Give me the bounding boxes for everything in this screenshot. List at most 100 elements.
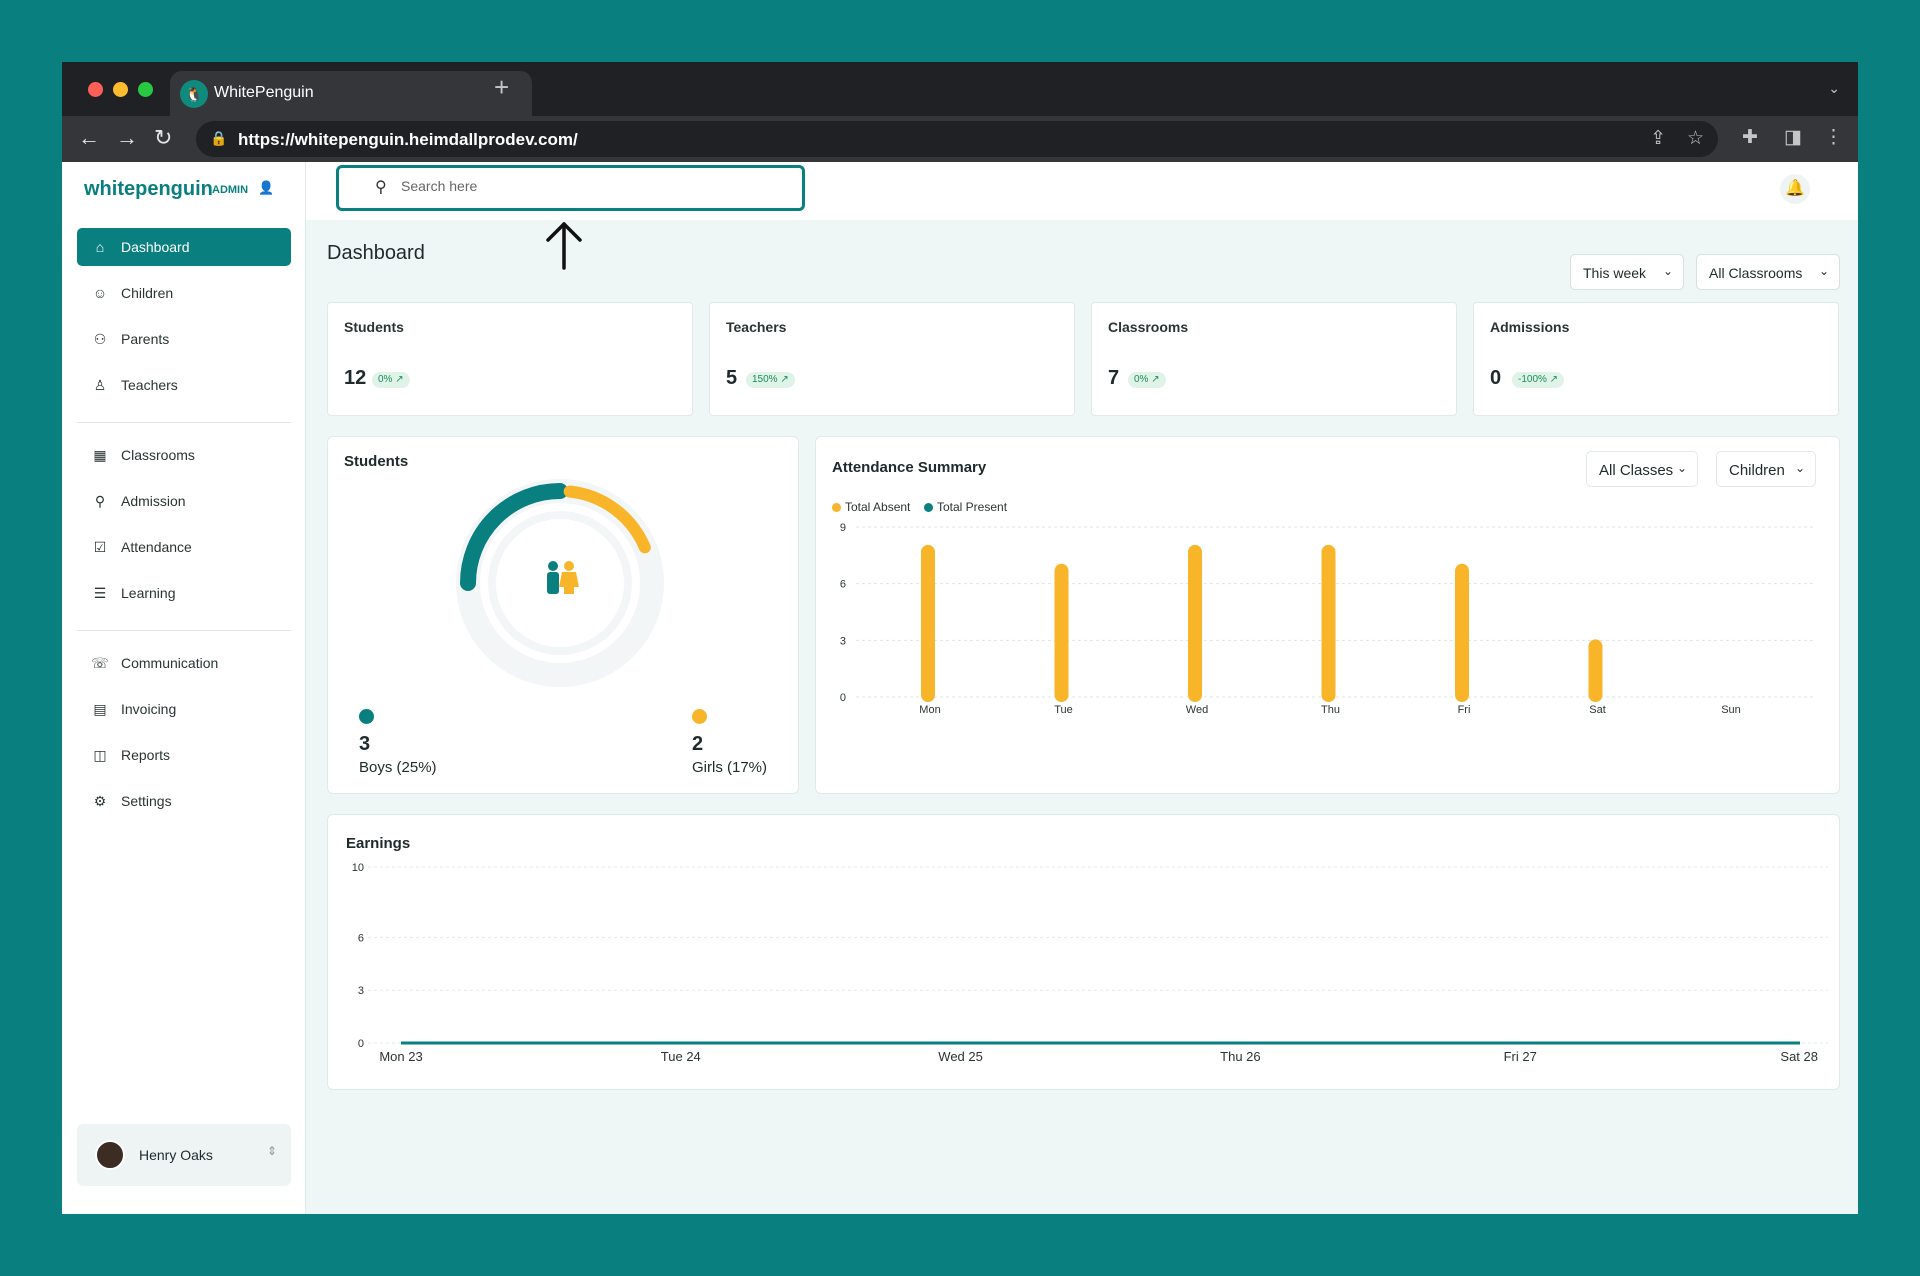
logo[interactable]: whitepenguin: [84, 178, 213, 201]
group-dropdown[interactable]: Children ⌄: [1716, 451, 1816, 487]
browser-window: 🐧 WhitePenguin + ⌄ ← → ↻ 🔒 https://white…: [62, 62, 1858, 1214]
boys-legend-dot: [359, 709, 374, 724]
sidebar-item-learning[interactable]: ☰ Learning: [77, 574, 291, 612]
search-input[interactable]: [401, 178, 761, 194]
y-tick-label: 10: [352, 862, 364, 874]
avatar: [95, 1140, 125, 1170]
x-tick-label: Wed: [1186, 704, 1208, 716]
people-icon: [547, 561, 579, 594]
browser-tabbar: 🐧 WhitePenguin + ⌄: [62, 62, 1858, 116]
reports-icon: ◫: [93, 747, 107, 763]
home-icon: ⌂: [95, 239, 105, 255]
chevron-down-icon: ⌄: [1818, 264, 1829, 278]
new-tab-icon[interactable]: +: [494, 74, 509, 100]
minimize-window-button[interactable]: [113, 82, 128, 97]
share-icon[interactable]: ⇪: [1650, 127, 1666, 150]
check-icon: ☑: [93, 539, 107, 555]
sidebar-item-reports[interactable]: ◫ Reports: [77, 736, 291, 774]
sidebar-item-label: Reports: [121, 747, 171, 763]
boy-head: [548, 561, 558, 571]
sidebar-item-parents[interactable]: ⚇ Parents: [77, 320, 291, 358]
sidebar-item-label: Classrooms: [121, 447, 195, 463]
search-box[interactable]: ⚲: [336, 165, 805, 211]
x-tick-label: Fri: [1458, 704, 1471, 716]
browser-tab[interactable]: 🐧 WhitePenguin: [170, 71, 532, 116]
side-panel-icon[interactable]: ◨: [1784, 126, 1802, 149]
sidebar-item-communication[interactable]: ☏ Communication: [77, 644, 291, 682]
sidebar-item-label: Settings: [121, 793, 172, 809]
reload-icon[interactable]: ↻: [154, 125, 172, 151]
stat-change-badge: 150% ↗: [746, 372, 795, 388]
earnings-card-title: Earnings: [346, 835, 411, 852]
teacher-icon: ♙: [93, 377, 107, 393]
classes-dropdown[interactable]: All Classes ⌄: [1586, 451, 1698, 487]
classes-dropdown-label: All Classes: [1599, 462, 1674, 479]
stat-value: 7: [1108, 367, 1120, 389]
tab-list-chevron-icon[interactable]: ⌄: [1828, 80, 1840, 97]
close-window-button[interactable]: [88, 82, 103, 97]
forward-icon[interactable]: →: [116, 125, 138, 151]
legend-present-dot: [924, 503, 933, 512]
stat-value: 12: [344, 367, 367, 389]
browser-menu-icon[interactable]: ⋮: [1824, 126, 1843, 149]
sidebar-item-classrooms[interactable]: ▦ Classrooms: [77, 436, 291, 474]
lock-icon: 🔒: [210, 130, 228, 146]
sidebar-item-children[interactable]: ☺ Children: [77, 274, 291, 312]
sidebar-item-admission[interactable]: ⚲ Admission: [77, 482, 291, 520]
sidebar-item-invoicing[interactable]: ▤ Invoicing: [77, 690, 291, 728]
user-switcher[interactable]: Henry Oaks ⇕: [77, 1124, 291, 1186]
sidebar-item-settings[interactable]: ⚙ Settings: [77, 782, 291, 820]
sidebar-item-label: Communication: [121, 655, 219, 671]
sidebar-item-dashboard[interactable]: ⌂ Dashboard: [77, 228, 291, 266]
students-card-title: Students: [344, 453, 409, 470]
notification-bell-icon[interactable]: 🔔: [1780, 174, 1810, 204]
sidebar: whitepenguin ADMIN 👤 ⌂ Dashboard ☺ Child…: [62, 162, 306, 1214]
period-dropdown-label: This week: [1583, 265, 1647, 281]
browser-toolbar: ← → ↻ 🔒 https://whitepenguin.heimdallpro…: [62, 116, 1858, 162]
user-add-icon: ⚲: [94, 493, 106, 509]
stat-card-classrooms[interactable]: Classrooms 7 0% ↗: [1091, 302, 1457, 416]
sidebar-item-label: Teachers: [121, 377, 178, 393]
admin-user-icon: 👤: [258, 180, 275, 195]
extensions-icon[interactable]: ✚: [1742, 126, 1758, 149]
sidebar-divider: [77, 422, 291, 423]
invoice-icon: ▤: [93, 701, 107, 717]
back-icon[interactable]: ←: [78, 125, 100, 151]
sidebar-item-label: Admission: [121, 493, 186, 509]
x-tick-label: Fri 27: [1504, 1049, 1537, 1064]
period-dropdown[interactable]: This week ⌄: [1570, 254, 1684, 290]
topbar: ⚲ 🔔: [306, 162, 1858, 220]
classrooms-dropdown[interactable]: All Classrooms ⌄: [1696, 254, 1840, 290]
bookmark-star-icon[interactable]: ☆: [1687, 127, 1704, 150]
sidebar-item-attendance[interactable]: ☑ Attendance: [77, 528, 291, 566]
maximize-window-button[interactable]: [138, 82, 153, 97]
stat-value: 0: [1490, 367, 1502, 389]
girls-count: 2: [692, 733, 704, 755]
sidebar-item-teachers[interactable]: ♙ Teachers: [77, 366, 291, 404]
stat-card-admissions[interactable]: Admissions 0 -100% ↗: [1473, 302, 1839, 416]
stat-card-students[interactable]: Students 12 0% ↗: [327, 302, 693, 416]
sidebar-divider: [77, 630, 291, 631]
sidebar-item-label: Dashboard: [121, 239, 190, 255]
grid-icon: ▦: [93, 447, 107, 463]
earnings-line-chart: 0 3 6 10 Mon 23 Tue 24 Wed 25 Thu 26 Fri 27 Sat 2…: [352, 862, 1828, 1064]
legend-absent-dot: [832, 503, 841, 512]
chat-icon: ☏: [91, 655, 109, 671]
attendance-card-title: Attendance Summary: [832, 459, 987, 476]
y-tick-label: 3: [358, 985, 364, 997]
x-tick-label: Mon 23: [379, 1049, 422, 1064]
attendance-bar-chart: 0 3 6 9 Mon Tue Wed Thu Fri Sat Sun: [840, 522, 1816, 716]
page-title: Dashboard: [327, 242, 425, 264]
legend-absent-label: Total Absent: [845, 500, 911, 514]
stat-change-badge: -100% ↗: [1512, 372, 1565, 388]
y-tick-label: 3: [840, 635, 846, 647]
x-tick-label: Sat 28: [1780, 1049, 1818, 1064]
boys-count: 3: [359, 733, 371, 755]
stat-title: Students: [344, 319, 404, 335]
book-icon: ☰: [93, 585, 107, 601]
address-bar[interactable]: 🔒 https://whitepenguin.heimdallprodev.co…: [196, 121, 1718, 157]
stat-change-badge: 0% ↗: [372, 372, 410, 388]
stat-card-teachers[interactable]: Teachers 5 150% ↗: [709, 302, 1075, 416]
penguin-favicon-icon: 🐧: [180, 80, 208, 108]
students-donut-chart: [456, 479, 664, 687]
